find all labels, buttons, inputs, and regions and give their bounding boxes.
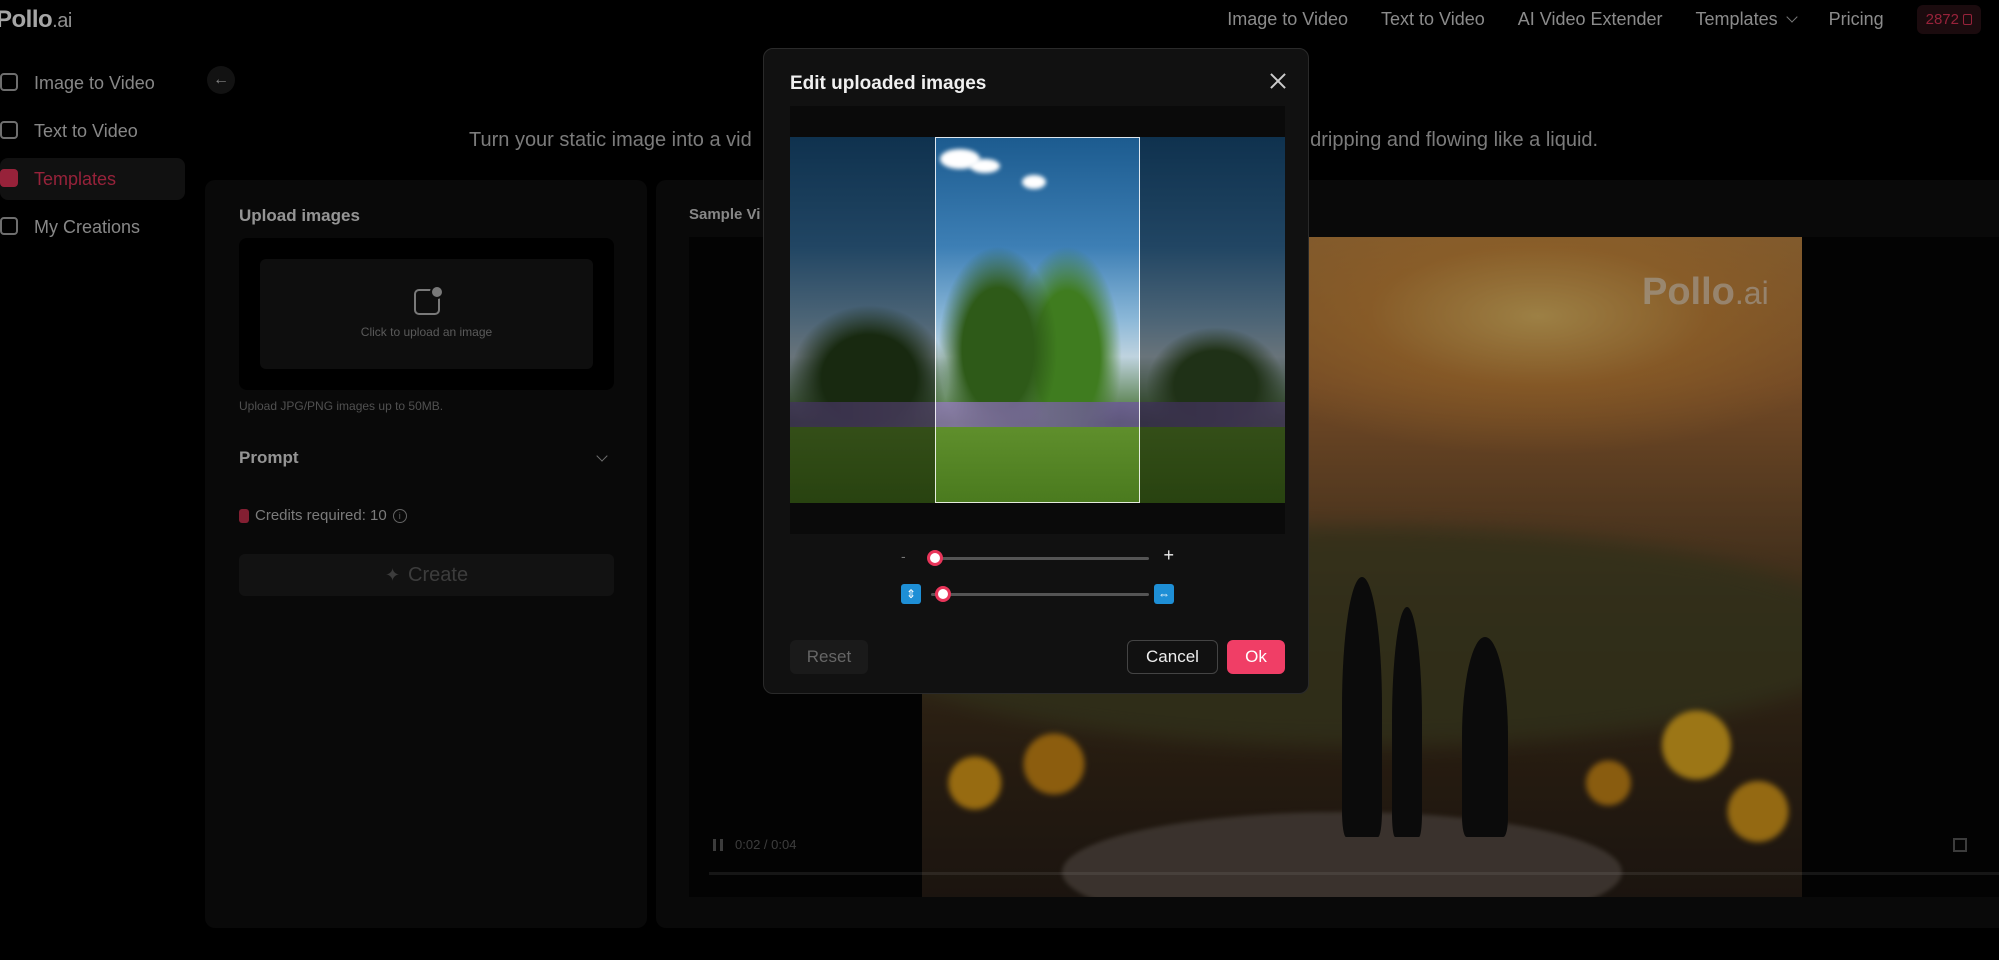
zoom-slider[interactable]: - + [901,545,1174,568]
edit-images-modal: Edit uploaded images - + ⇕ ⇔ Reset Cance… [763,48,1309,694]
close-icon[interactable] [1268,71,1288,91]
zoom-out-icon[interactable]: - [901,548,906,564]
crop-image [790,137,1285,503]
ok-button[interactable]: Ok [1227,640,1285,674]
zoom-in-icon[interactable]: + [1163,545,1174,566]
modal-title: Edit uploaded images [790,73,987,94]
fit-horizontal-icon[interactable]: ⇔ [1154,584,1174,604]
zoom-slider-thumb[interactable] [927,550,943,566]
crop-mask-right [1140,137,1285,503]
aspect-slider[interactable]: ⇕ ⇔ [901,584,1174,604]
zoom-slider-track[interactable] [931,557,1149,560]
crop-canvas[interactable] [790,106,1285,534]
aspect-slider-track[interactable] [931,593,1149,596]
aspect-slider-thumb[interactable] [935,586,951,602]
crop-mask-left [790,137,935,503]
reset-button[interactable]: Reset [790,640,868,674]
cancel-button[interactable]: Cancel [1127,640,1218,674]
fit-vertical-icon[interactable]: ⇕ [901,584,921,604]
crop-selection-box[interactable] [935,137,1140,503]
